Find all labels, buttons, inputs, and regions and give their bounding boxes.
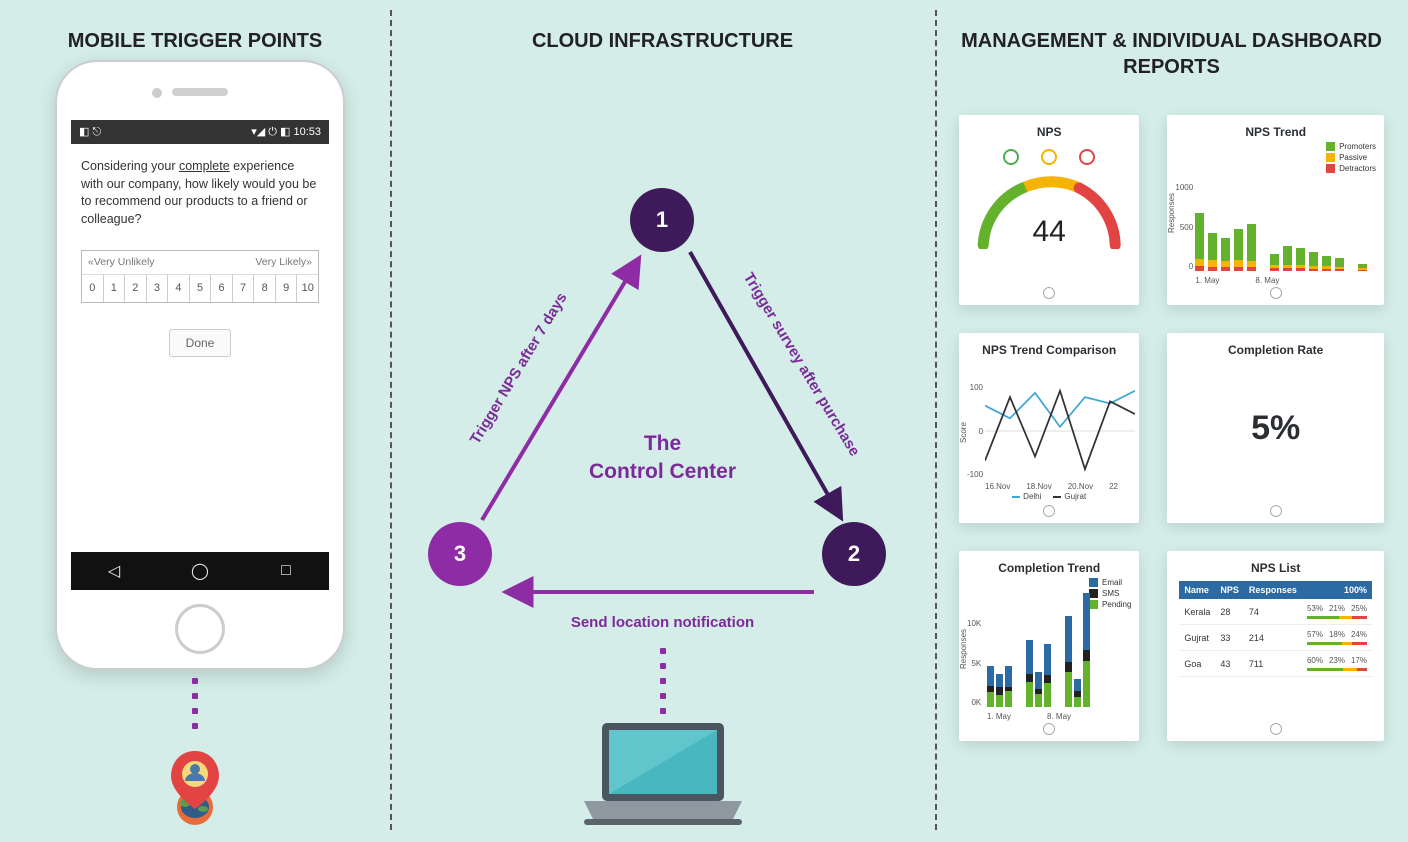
card-radio-icon[interactable] (1043, 505, 1055, 517)
nps-scale-cell[interactable]: 6 (211, 275, 233, 302)
nps-scale-cell[interactable]: 3 (147, 275, 169, 302)
table-row: Goa43711 60%23%17% (1179, 651, 1372, 677)
nps-scale-cell[interactable]: 0 (82, 275, 104, 302)
nps-scale-cell[interactable]: 8 (254, 275, 276, 302)
nps-trend-card: NPS Trend PromotersPassiveDetractors Res… (1167, 115, 1384, 305)
location-pin-icon (160, 749, 230, 832)
nps-compare-legend: DelhiGujrat (959, 492, 1139, 501)
nps-scale-label-left: «Very Unlikely (88, 255, 155, 270)
nps-list-card: NPS List NameNPSResponses100%Kerala2874 … (1167, 551, 1384, 741)
nps-trend-title: NPS Trend (1179, 125, 1372, 139)
nps-scale-cells[interactable]: 012345678910 (82, 275, 318, 302)
completion-rate-value: 5% (1179, 409, 1372, 448)
card-radio-icon[interactable] (1270, 287, 1282, 299)
survey-question: Considering your complete experience wit… (81, 158, 319, 228)
card-radio-icon[interactable] (1043, 287, 1055, 299)
statusbar-left: ◧ ⎋ (79, 125, 101, 139)
phone-mockup: ◧ ⎋ ▾◢ ⏻ ◧ 10:53 Considering your comple… (55, 60, 345, 670)
nps-scale-labels: «Very Unlikely Very Likely» (82, 251, 318, 275)
nps-trend-bars (1195, 183, 1376, 271)
nps-scale-label-right: Very Likely» (255, 255, 312, 270)
mobile-column: MOBILE TRIGGER POINTS ◧ ⎋ ▾◢ ⏻ ◧ 10:53 C… (0, 0, 390, 842)
dashboard-section-title: MANAGEMENT & INDIVIDUAL DASHBOARD REPORT… (935, 28, 1408, 80)
smile-icon (1003, 149, 1019, 165)
nps-scale-cell[interactable]: 10 (297, 275, 318, 302)
completion-trend-title: Completion Trend (971, 561, 1127, 575)
completion-trend-bars (987, 619, 1131, 707)
nps-gauge-card: NPS 44 (959, 115, 1139, 305)
neutral-icon (1041, 149, 1057, 165)
phone-camera-icon (152, 88, 162, 98)
nps-gauge-arc (959, 159, 1139, 249)
statusbar-right: ▾◢ ⏻ ◧ 10:53 (251, 125, 321, 139)
survey-body: Considering your complete experience wit… (71, 144, 329, 371)
triangle-node-3: 3 (428, 522, 492, 586)
recent-icon[interactable]: □ (278, 563, 294, 579)
control-center-diagram: 1 2 3 The Control Center Trigger NPS aft… (390, 160, 935, 680)
cloud-section-title: CLOUD INFRASTRUCTURE (390, 28, 935, 54)
phone-home-button-icon (175, 604, 225, 654)
nps-list-table: NameNPSResponses100%Kerala2874 53%21%25%… (1179, 581, 1372, 677)
card-radio-icon[interactable] (1270, 505, 1282, 517)
back-icon[interactable]: ◁ (106, 563, 122, 579)
completion-trend-card: Completion Trend EmailSMSPending Respons… (959, 551, 1139, 741)
completion-rate-title: Completion Rate (1179, 343, 1372, 357)
nps-compare-y-ticks: 1000-100 (967, 383, 983, 479)
completion-rate-card: Completion Rate 5% (1167, 333, 1384, 523)
nps-scale-cell[interactable]: 1 (104, 275, 126, 302)
nps-compare-x-ticks: 16.Nov18.Nov20.Nov22 (985, 482, 1131, 491)
edge-label-bottom: Send location notification (390, 614, 935, 631)
cloud-column: CLOUD INFRASTRUCTURE 1 2 3 The Contr (390, 0, 935, 842)
android-navbar[interactable]: ◁ ◯ □ (71, 552, 329, 590)
card-radio-icon[interactable] (1270, 723, 1282, 735)
nps-scale-cell[interactable]: 5 (190, 275, 212, 302)
nps-trend-y-ticks: 10005000 (1175, 183, 1193, 271)
survey-question-underlined: complete (179, 159, 230, 173)
nps-trend-legend: PromotersPassiveDetractors (1326, 141, 1376, 175)
connector-dots-2 (660, 648, 666, 714)
nps-list-title: NPS List (1179, 561, 1372, 575)
nps-trend-x-ticks: 1. May8. May (1195, 276, 1376, 285)
laptop-icon (578, 719, 748, 834)
nps-scale-cell[interactable]: 7 (233, 275, 255, 302)
triangle-node-2: 2 (822, 522, 886, 586)
nps-compare-card: NPS Trend Comparison Score 1000-100 16.N… (959, 333, 1139, 523)
phone-speaker-icon (172, 88, 228, 96)
nps-scale-cell[interactable]: 2 (125, 275, 147, 302)
nps-gauge-faces (959, 149, 1139, 165)
nps-scale: «Very Unlikely Very Likely» 012345678910 (81, 250, 319, 303)
dashboard-column: MANAGEMENT & INDIVIDUAL DASHBOARD REPORT… (935, 0, 1408, 842)
home-icon[interactable]: ◯ (192, 563, 208, 579)
table-row: Gujrat33214 57%18%24% (1179, 625, 1372, 651)
survey-question-pre: Considering your (81, 159, 179, 173)
nps-compare-plot (985, 383, 1135, 479)
nps-scale-cell[interactable]: 9 (276, 275, 298, 302)
table-row: Kerala2874 53%21%25% (1179, 599, 1372, 625)
nps-compare-title: NPS Trend Comparison (971, 343, 1127, 357)
frown-icon (1079, 149, 1095, 165)
done-button[interactable]: Done (169, 329, 232, 357)
completion-trend-x-ticks: 1. May8. May (987, 712, 1131, 721)
connector-dots (192, 678, 198, 729)
nps-gauge-title: NPS (971, 125, 1127, 139)
dashboard-grid: NPS 44 NPS Trend PromotersPassiveDetract… (959, 115, 1384, 741)
mobile-section-title: MOBILE TRIGGER POINTS (0, 28, 390, 54)
completion-trend-legend: EmailSMSPending (1089, 577, 1131, 611)
card-radio-icon[interactable] (1043, 723, 1055, 735)
phone-statusbar: ◧ ⎋ ▾◢ ⏻ ◧ 10:53 (71, 120, 329, 144)
phone-screen: ◧ ⎋ ▾◢ ⏻ ◧ 10:53 Considering your comple… (71, 120, 329, 590)
triangle-node-1: 1 (630, 188, 694, 252)
nps-scale-cell[interactable]: 4 (168, 275, 190, 302)
completion-trend-y-ticks: 10K5K0K (967, 619, 981, 707)
